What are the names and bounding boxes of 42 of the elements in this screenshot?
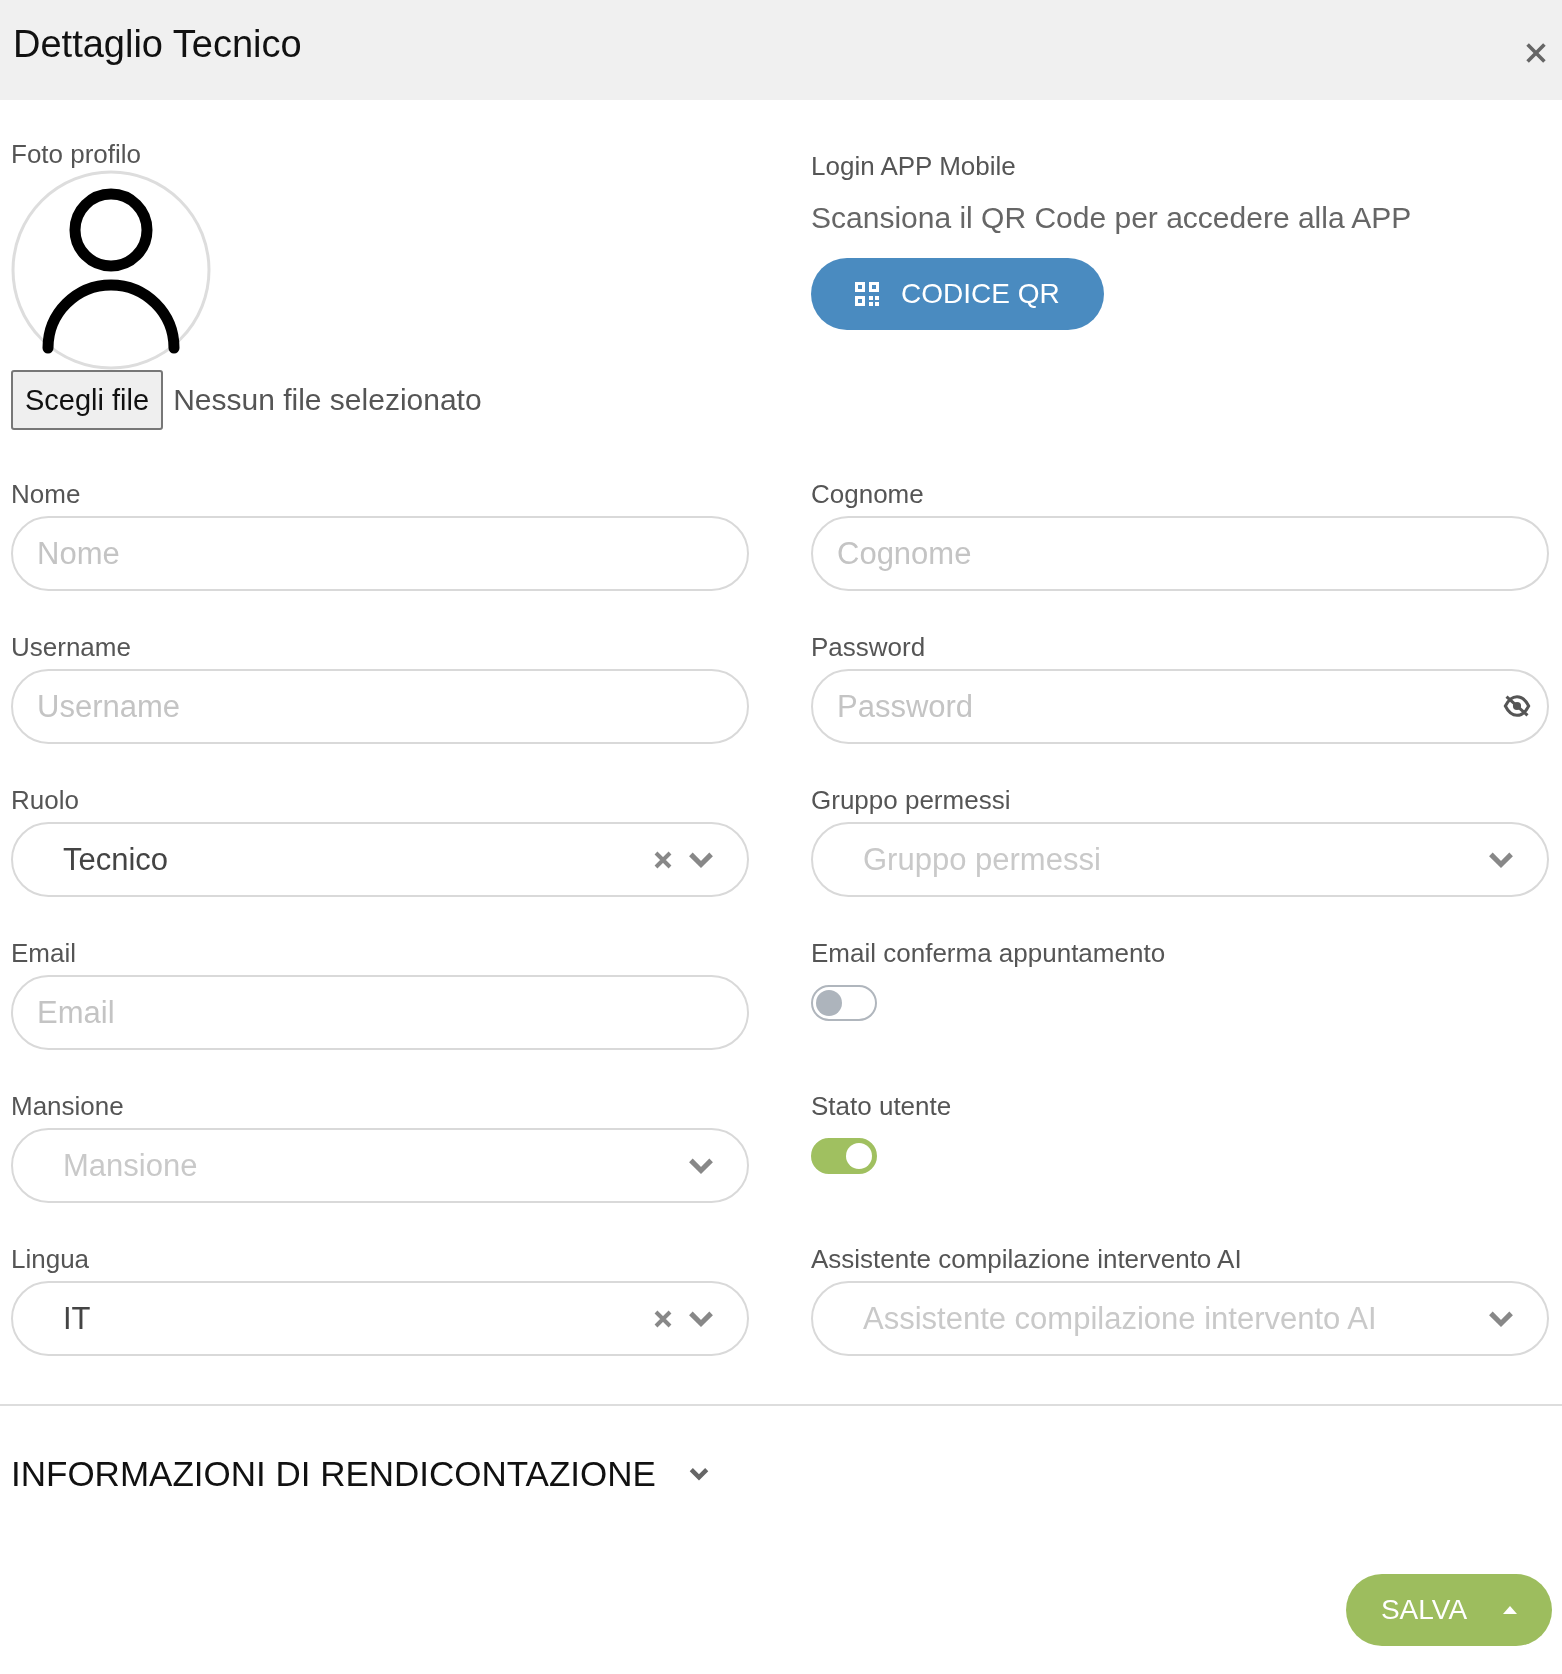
input-field[interactable]: Cognome [811,516,1549,591]
file-status: Nessun file selezionato [173,383,482,417]
field-label: Cognome [811,478,925,510]
close-icon[interactable] [1524,41,1548,65]
input-field[interactable]: Email [11,975,749,1050]
field-label: Mansione [11,1090,125,1122]
chevron-down-icon[interactable] [1487,1309,1515,1328]
save-button[interactable]: SALVA [1346,1574,1552,1646]
toggle-switch[interactable] [811,1138,877,1174]
field-label: Stato utente [811,1090,953,1122]
section-title[interactable]: INFORMAZIONI DI RENDICONTAZIONE [11,1454,656,1494]
select-field[interactable]: Tecnico [11,822,749,897]
field-label: Email conferma appuntamento [811,937,1167,969]
input-field[interactable]: Username [11,669,749,744]
field-label: Gruppo permessi [811,784,1012,816]
avatar-icon [11,170,211,370]
caret-icon [1503,1606,1518,1614]
field-label: Foto profilo [11,138,142,170]
chevron-down-icon[interactable] [687,850,715,869]
field-label: Ruolo [11,784,80,816]
chevron-down-icon[interactable] [1487,850,1515,869]
field-label: Lingua [11,1243,91,1275]
qr-code-button[interactable]: CODICE QR [811,258,1104,330]
field-label: Nome [11,478,82,510]
clear-icon[interactable] [653,849,673,870]
qr-code-icon [855,282,879,306]
section-label: Login APP Mobile [811,150,1016,182]
field-label: Assistente compilazione intervento AI [811,1243,1243,1275]
field-label: Username [11,631,132,663]
field-label: Password [811,631,927,663]
password-field[interactable]: Password [811,669,1549,744]
choose-file-button[interactable]: Scegli file [11,370,164,430]
eye-slash-icon[interactable] [1503,694,1531,718]
chevron-down-icon[interactable] [687,1309,715,1328]
input-field[interactable]: Nome [11,516,749,591]
clear-icon[interactable] [653,1308,673,1329]
toggle-switch[interactable] [811,985,877,1021]
field-label: Email [11,937,77,969]
select-field[interactable]: IT [11,1281,749,1356]
window-title: Dettaglio Tecnico [13,22,302,67]
instruction-text: Scansiona il QR Code per accedere alla APP [811,200,1412,236]
chevron-down-icon[interactable] [687,1156,715,1175]
